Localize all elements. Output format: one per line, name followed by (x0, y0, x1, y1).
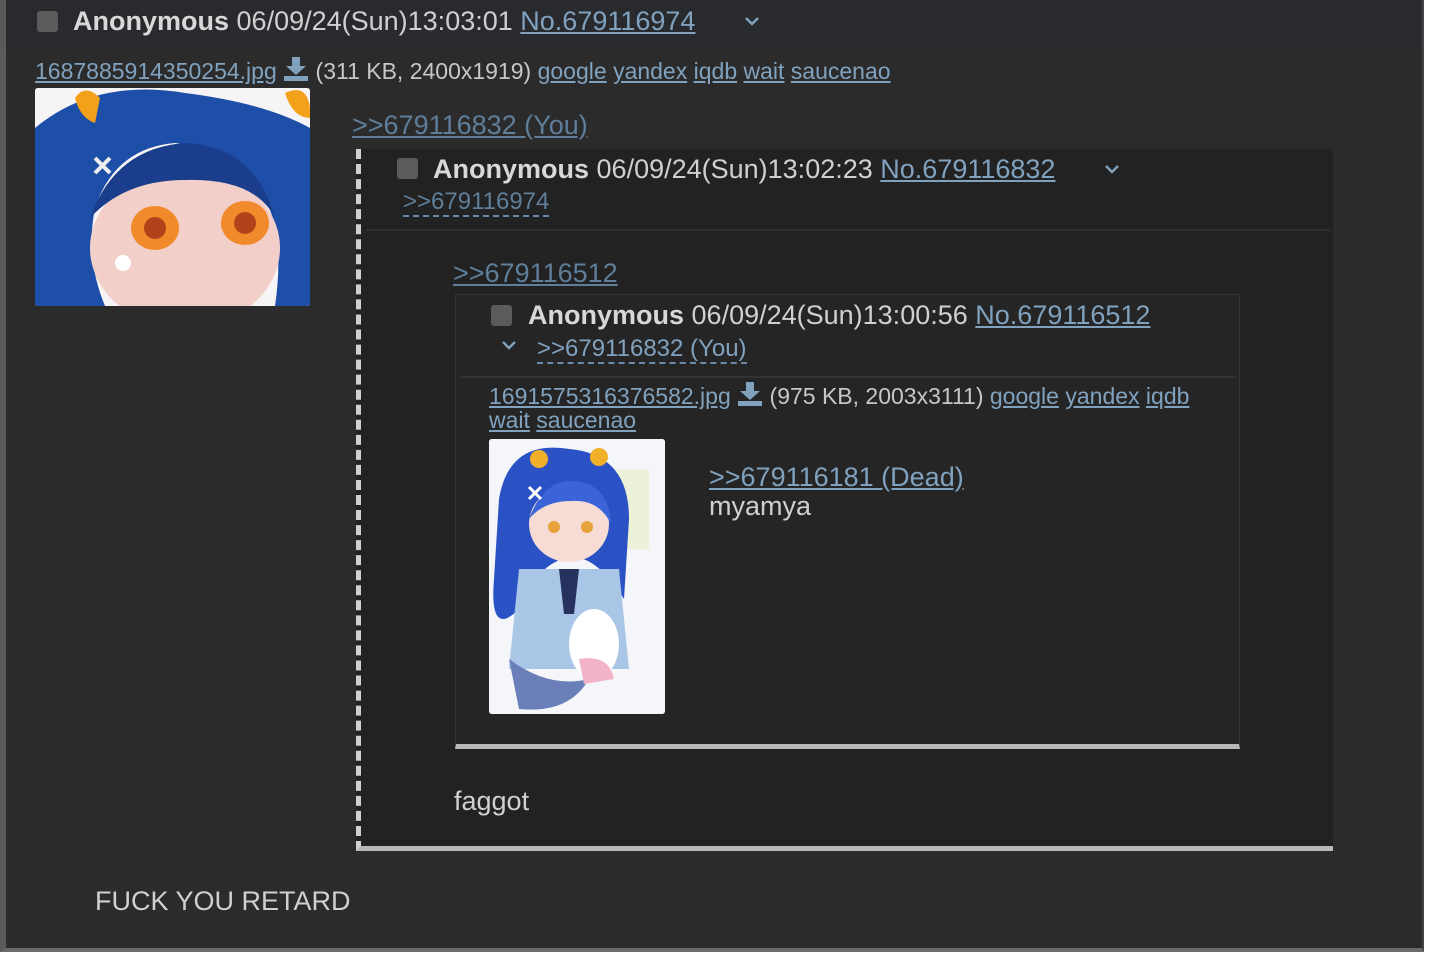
download-icon[interactable] (283, 57, 309, 81)
post-datetime: 06/09/24(Sun)13:03:01 (236, 6, 513, 36)
divider (366, 229, 1330, 231)
post-message: myamya (709, 491, 812, 521)
search-google-link[interactable]: google (538, 58, 607, 84)
post-message: FUCK YOU RETARD (95, 886, 351, 916)
poster-name: Anonymous (433, 154, 590, 184)
download-icon[interactable] (737, 382, 763, 406)
backlinks: >>679116974 (403, 188, 550, 217)
post-number-link[interactable]: No.679116974 (520, 6, 695, 36)
post-thumbnail[interactable] (489, 439, 665, 714)
quote-link[interactable]: >>679116512 (453, 258, 618, 288)
file-info: 1691575316376582.jpg (975 KB, 2003x3111)… (489, 382, 1209, 432)
search-saucenao-link[interactable]: saucenao (791, 58, 891, 84)
file-name-link[interactable]: 1691575316376582.jpg (489, 383, 731, 409)
post-datetime: 06/09/24(Sun)13:02:23 (596, 154, 873, 184)
quote-link-wrap: >>679116512 (453, 258, 618, 289)
post-checkbox[interactable] (37, 11, 58, 32)
post-message: faggot (454, 786, 530, 816)
post-number-link[interactable]: No.679116832 (880, 154, 1055, 184)
file-info: 1687885914350254.jpg (311 KB, 2400x1919)… (35, 57, 891, 85)
search-google-link[interactable]: google (990, 383, 1059, 409)
search-wait-link[interactable]: wait (744, 58, 785, 84)
quote-link-wrap: >>679116832 (You) (352, 110, 588, 141)
dead-quote-link[interactable]: >>679116181 (Dead) (709, 462, 964, 492)
poster-name: Anonymous (73, 6, 230, 36)
chevron-down-icon[interactable] (1105, 165, 1119, 174)
chevron-down-icon[interactable] (745, 17, 759, 26)
chevron-down-icon[interactable] (502, 341, 516, 350)
file-name-link[interactable]: 1687885914350254.jpg (35, 58, 277, 84)
post-header: Anonymous 06/09/24(Sun)13:00:56 No.67911… (528, 300, 1150, 331)
quote-link[interactable]: >>679116832 (You) (352, 110, 588, 140)
backlink[interactable]: >>679116974 (403, 188, 550, 217)
post-number-link[interactable]: No.679116512 (975, 300, 1150, 330)
backlinks: >>679116832 (You) (537, 335, 747, 364)
search-wait-link[interactable]: wait (489, 407, 530, 433)
dead-quote-wrap: >>679116181 (Dead) (709, 462, 964, 493)
post-checkbox[interactable] (491, 305, 512, 326)
search-yandex-link[interactable]: yandex (613, 58, 687, 84)
file-details: (311 KB, 2400x1919) (315, 58, 532, 84)
search-iqdb-link[interactable]: iqdb (1146, 383, 1189, 409)
file-details: (975 KB, 2003x3111) (769, 383, 984, 409)
search-yandex-link[interactable]: yandex (1065, 383, 1139, 409)
backlink[interactable]: >>679116832 (You) (537, 335, 747, 364)
search-saucenao-link[interactable]: saucenao (536, 407, 636, 433)
poster-name: Anonymous (528, 300, 685, 330)
search-iqdb-link[interactable]: iqdb (694, 58, 737, 84)
post-header: Anonymous 06/09/24(Sun)13:03:01 No.67911… (73, 6, 695, 37)
post-header: Anonymous 06/09/24(Sun)13:02:23 No.67911… (433, 154, 1055, 185)
post-datetime: 06/09/24(Sun)13:00:56 (691, 300, 968, 330)
post-checkbox[interactable] (397, 158, 418, 179)
divider (460, 376, 1236, 378)
post-thumbnail[interactable] (35, 88, 310, 306)
